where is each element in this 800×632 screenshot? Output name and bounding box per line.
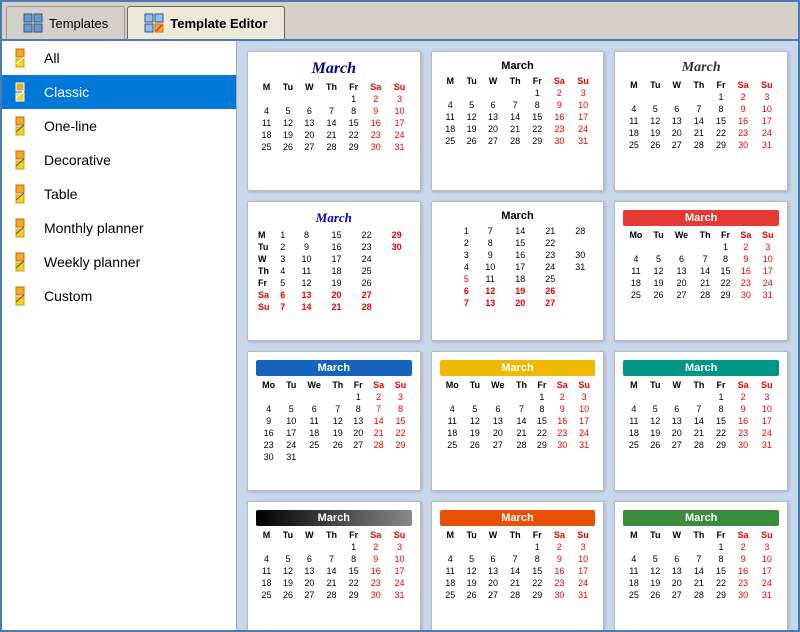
cal-title-10: March	[256, 510, 412, 526]
cal-title-12: March	[623, 510, 779, 526]
template-card-9[interactable]: March MTuWThFrSaSu 123 45678910 11121314…	[614, 351, 788, 491]
sidebar-label-weekly: Weekly planner	[44, 254, 140, 270]
tab-bar: Templates Template Editor	[2, 2, 798, 41]
template-card-3[interactable]: March MTuWThFrSaSu 123 45678910 11121314…	[614, 51, 788, 191]
cal-title-6: March	[623, 210, 779, 226]
custom-icon	[14, 285, 36, 307]
tab-editor[interactable]: Template Editor	[127, 6, 284, 39]
main-content: All Classic One-line	[2, 41, 798, 630]
template-card-10[interactable]: March MTuWThFrSaSu 123 45678910 11121314…	[247, 501, 421, 630]
cal-title-8: March	[440, 360, 596, 376]
template-card-2[interactable]: March MTuWThFrSaSu 123 45678910 11121314…	[431, 51, 605, 191]
template-card-4[interactable]: March M18152229 Tu29162330 W3101724 Th41…	[247, 201, 421, 341]
edit-icon	[144, 13, 164, 33]
table-icon	[14, 183, 36, 205]
sidebar-label-all: All	[44, 50, 60, 66]
template-card-8[interactable]: March MoTuWeThFrSaSu 123 45678910 111213…	[431, 351, 605, 491]
decorative-icon	[14, 149, 36, 171]
template-card-12[interactable]: March MTuWThFrSaSu 123 45678910 11121314…	[614, 501, 788, 630]
app-window: Templates Template Editor A	[0, 0, 800, 632]
sidebar-item-custom[interactable]: Custom	[2, 279, 236, 313]
sidebar-label-table: Table	[44, 186, 77, 202]
cal-title-9: March	[623, 360, 779, 376]
template-grid: March MTuWThFrSaSu 123 45678910 11121314…	[247, 51, 788, 630]
cal-title-2: March	[440, 60, 596, 72]
sidebar-label-monthly: Monthly planner	[44, 220, 144, 236]
cal-title-5: March	[440, 210, 596, 222]
grid-icon	[23, 13, 43, 33]
template-card-7[interactable]: March MoTuWeThFrSaSu 123 4567878 9101112…	[247, 351, 421, 491]
all-icon	[14, 47, 36, 69]
sidebar-label-decorative: Decorative	[44, 152, 111, 168]
sidebar-item-decorative[interactable]: Decorative	[2, 143, 236, 177]
weekly-icon	[14, 251, 36, 273]
sidebar-item-one-line[interactable]: One-line	[2, 109, 236, 143]
cal-title-4: March	[256, 210, 412, 226]
template-card-5[interactable]: March 17142128 281522 39162330 410172431…	[431, 201, 605, 341]
template-card-1[interactable]: March MTuWThFrSaSu 123 45678910 11121314…	[247, 51, 421, 191]
sidebar-label-one-line: One-line	[44, 118, 97, 134]
cal-title-3: March	[623, 60, 779, 76]
cal-title-7: March	[256, 360, 412, 376]
classic-icon	[14, 81, 36, 103]
sidebar: All Classic One-line	[2, 41, 237, 630]
sidebar-item-monthly[interactable]: Monthly planner	[2, 211, 236, 245]
template-area[interactable]: March MTuWThFrSaSu 123 45678910 11121314…	[237, 41, 798, 630]
tab-templates[interactable]: Templates	[6, 6, 125, 39]
cal-title-1: March	[256, 60, 412, 78]
sidebar-label-custom: Custom	[44, 288, 92, 304]
one-line-icon	[14, 115, 36, 137]
template-card-11[interactable]: March MTuWThFrSaSu 123 45678910 11121314…	[431, 501, 605, 630]
monthly-icon	[14, 217, 36, 239]
sidebar-label-classic: Classic	[44, 84, 89, 100]
tab-editor-label: Template Editor	[170, 16, 267, 31]
sidebar-item-table[interactable]: Table	[2, 177, 236, 211]
sidebar-item-weekly[interactable]: Weekly planner	[2, 245, 236, 279]
sidebar-item-classic[interactable]: Classic	[2, 75, 236, 109]
sidebar-item-all[interactable]: All	[2, 41, 236, 75]
tab-templates-label: Templates	[49, 16, 108, 31]
template-card-6[interactable]: March MoTuWeThFrSaSu 123 45678910 111213…	[614, 201, 788, 341]
cal-title-11: March	[440, 510, 596, 526]
